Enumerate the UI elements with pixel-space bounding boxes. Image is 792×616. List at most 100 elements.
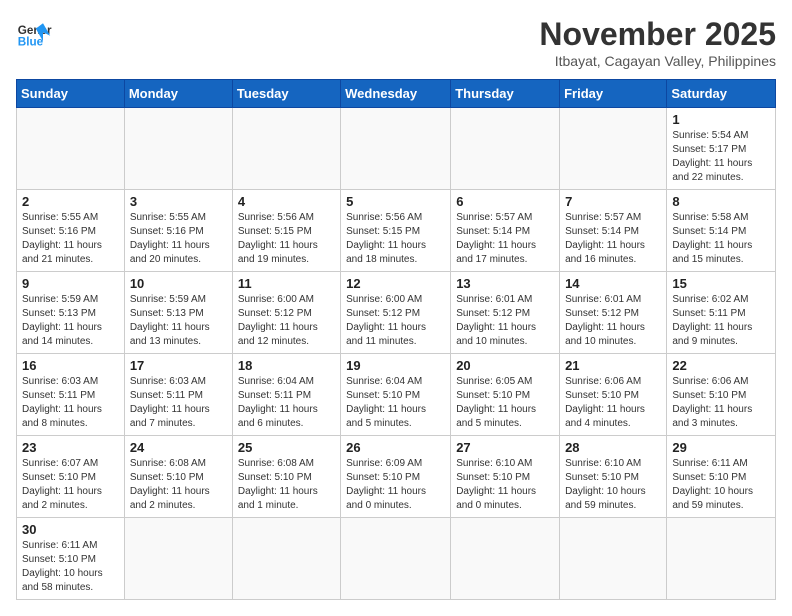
calendar-cell: 14 Sunrise: 6:01 AM Sunset: 5:12 PM Dayli… xyxy=(560,272,667,354)
calendar-cell: 30 Sunrise: 6:11 AM Sunset: 5:10 PM Dayli… xyxy=(17,518,125,600)
calendar-cell: 6 Sunrise: 5:57 AM Sunset: 5:14 PM Daylig… xyxy=(451,190,560,272)
day-number: 5 xyxy=(346,194,445,209)
header-sunday: Sunday xyxy=(17,80,125,108)
calendar-cell: 25 Sunrise: 6:08 AM Sunset: 5:10 PM Dayli… xyxy=(232,436,340,518)
calendar-cell xyxy=(124,108,232,190)
calendar-cell xyxy=(560,108,667,190)
calendar-cell: 11Sunrise: 6:00 AM Sunset: 5:12 PM Dayli… xyxy=(232,272,340,354)
calendar-cell xyxy=(232,518,340,600)
day-info: Sunrise: 6:04 AM Sunset: 5:11 PM Dayligh… xyxy=(238,375,335,431)
day-number: 13 xyxy=(456,276,554,291)
day-info: Sunrise: 6:07 AM Sunset: 5:10 PM Dayligh… xyxy=(22,457,119,513)
calendar-cell: 9 Sunrise: 5:59 AM Sunset: 5:13 PM Daylig… xyxy=(17,272,125,354)
day-info: Sunrise: 6:11 AM Sunset: 5:10 PM Dayligh… xyxy=(672,457,770,513)
header-tuesday: Tuesday xyxy=(232,80,340,108)
day-number: 4 xyxy=(238,194,335,209)
calendar-cell: 17 Sunrise: 6:03 AM Sunset: 5:11 PM Dayli… xyxy=(124,354,232,436)
calendar-week-2: 2 Sunrise: 5:55 AM Sunset: 5:16 PM Daylig… xyxy=(17,190,776,272)
day-number: 6 xyxy=(456,194,554,209)
day-number: 28 xyxy=(565,440,661,455)
day-number: 26 xyxy=(346,440,445,455)
day-number: 21 xyxy=(565,358,661,373)
day-info: Sunrise: 5:55 AM Sunset: 5:16 PM Dayligh… xyxy=(130,211,227,267)
calendar-cell: 13Sunrise: 6:01 AM Sunset: 5:12 PM Dayli… xyxy=(451,272,560,354)
calendar-cell: 26Sunrise: 6:09 AM Sunset: 5:10 PM Dayli… xyxy=(341,436,451,518)
day-number: 18 xyxy=(238,358,335,373)
calendar-cell: 12Sunrise: 6:00 AM Sunset: 5:12 PM Dayli… xyxy=(341,272,451,354)
location-subtitle: Itbayat, Cagayan Valley, Philippines xyxy=(539,53,776,69)
calendar-cell: 16 Sunrise: 6:03 AM Sunset: 5:11 PM Dayli… xyxy=(17,354,125,436)
calendar-header-row: SundayMondayTuesdayWednesdayThursdayFrid… xyxy=(17,80,776,108)
calendar-cell xyxy=(341,518,451,600)
day-info: Sunrise: 6:03 AM Sunset: 5:11 PM Dayligh… xyxy=(130,375,227,431)
day-info: Sunrise: 6:08 AM Sunset: 5:10 PM Dayligh… xyxy=(238,457,335,513)
day-info: Sunrise: 5:54 AM Sunset: 5:17 PM Dayligh… xyxy=(672,129,770,185)
calendar-cell: 8 Sunrise: 5:58 AM Sunset: 5:14 PM Daylig… xyxy=(667,190,776,272)
day-number: 16 xyxy=(22,358,119,373)
day-number: 10 xyxy=(130,276,227,291)
calendar-cell: 10 Sunrise: 5:59 AM Sunset: 5:13 PM Dayli… xyxy=(124,272,232,354)
header-monday: Monday xyxy=(124,80,232,108)
calendar-cell xyxy=(341,108,451,190)
day-info: Sunrise: 6:02 AM Sunset: 5:11 PM Dayligh… xyxy=(672,293,770,349)
calendar-cell: 19Sunrise: 6:04 AM Sunset: 5:10 PM Dayli… xyxy=(341,354,451,436)
day-info: Sunrise: 5:59 AM Sunset: 5:13 PM Dayligh… xyxy=(22,293,119,349)
day-number: 15 xyxy=(672,276,770,291)
title-area: November 2025 Itbayat, Cagayan Valley, P… xyxy=(539,16,776,69)
calendar-week-3: 9 Sunrise: 5:59 AM Sunset: 5:13 PM Daylig… xyxy=(17,272,776,354)
day-info: Sunrise: 5:59 AM Sunset: 5:13 PM Dayligh… xyxy=(130,293,227,349)
header-thursday: Thursday xyxy=(451,80,560,108)
calendar-cell xyxy=(451,108,560,190)
day-number: 24 xyxy=(130,440,227,455)
calendar-cell: 2 Sunrise: 5:55 AM Sunset: 5:16 PM Daylig… xyxy=(17,190,125,272)
calendar-cell: 5Sunrise: 5:56 AM Sunset: 5:15 PM Daylig… xyxy=(341,190,451,272)
day-number: 25 xyxy=(238,440,335,455)
day-info: Sunrise: 5:57 AM Sunset: 5:14 PM Dayligh… xyxy=(456,211,554,267)
calendar-week-6: 30 Sunrise: 6:11 AM Sunset: 5:10 PM Dayli… xyxy=(17,518,776,600)
day-number: 17 xyxy=(130,358,227,373)
svg-text:Blue: Blue xyxy=(18,36,44,49)
day-number: 20 xyxy=(456,358,554,373)
day-number: 12 xyxy=(346,276,445,291)
day-info: Sunrise: 6:00 AM Sunset: 5:12 PM Dayligh… xyxy=(238,293,335,349)
day-info: Sunrise: 5:55 AM Sunset: 5:16 PM Dayligh… xyxy=(22,211,119,267)
day-number: 29 xyxy=(672,440,770,455)
day-info: Sunrise: 5:58 AM Sunset: 5:14 PM Dayligh… xyxy=(672,211,770,267)
day-number: 9 xyxy=(22,276,119,291)
calendar-cell xyxy=(451,518,560,600)
day-number: 30 xyxy=(22,522,119,537)
calendar-cell: 23Sunrise: 6:07 AM Sunset: 5:10 PM Dayli… xyxy=(17,436,125,518)
day-info: Sunrise: 6:01 AM Sunset: 5:12 PM Dayligh… xyxy=(565,293,661,349)
day-info: Sunrise: 6:03 AM Sunset: 5:11 PM Dayligh… xyxy=(22,375,119,431)
day-number: 2 xyxy=(22,194,119,209)
calendar-cell: 29 Sunrise: 6:11 AM Sunset: 5:10 PM Dayli… xyxy=(667,436,776,518)
calendar-cell: 20 Sunrise: 6:05 AM Sunset: 5:10 PM Dayli… xyxy=(451,354,560,436)
day-number: 22 xyxy=(672,358,770,373)
calendar-cell: 22Sunrise: 6:06 AM Sunset: 5:10 PM Dayli… xyxy=(667,354,776,436)
day-info: Sunrise: 6:06 AM Sunset: 5:10 PM Dayligh… xyxy=(565,375,661,431)
day-info: Sunrise: 6:11 AM Sunset: 5:10 PM Dayligh… xyxy=(22,539,119,595)
calendar-cell: 21 Sunrise: 6:06 AM Sunset: 5:10 PM Dayli… xyxy=(560,354,667,436)
day-info: Sunrise: 5:56 AM Sunset: 5:15 PM Dayligh… xyxy=(238,211,335,267)
calendar-cell: 4 Sunrise: 5:56 AM Sunset: 5:15 PM Daylig… xyxy=(232,190,340,272)
day-info: Sunrise: 6:10 AM Sunset: 5:10 PM Dayligh… xyxy=(565,457,661,513)
calendar-cell: 15 Sunrise: 6:02 AM Sunset: 5:11 PM Dayli… xyxy=(667,272,776,354)
calendar-cell: 3Sunrise: 5:55 AM Sunset: 5:16 PM Daylig… xyxy=(124,190,232,272)
calendar-cell xyxy=(124,518,232,600)
calendar-week-4: 16 Sunrise: 6:03 AM Sunset: 5:11 PM Dayli… xyxy=(17,354,776,436)
calendar-cell xyxy=(560,518,667,600)
page-header: General Blue November 2025 Itbayat, Caga… xyxy=(16,16,776,69)
calendar-cell xyxy=(17,108,125,190)
day-number: 19 xyxy=(346,358,445,373)
day-number: 14 xyxy=(565,276,661,291)
day-number: 8 xyxy=(672,194,770,209)
header-friday: Friday xyxy=(560,80,667,108)
calendar-cell: 28 Sunrise: 6:10 AM Sunset: 5:10 PM Dayli… xyxy=(560,436,667,518)
calendar-cell xyxy=(667,518,776,600)
calendar-week-5: 23Sunrise: 6:07 AM Sunset: 5:10 PM Dayli… xyxy=(17,436,776,518)
day-info: Sunrise: 6:05 AM Sunset: 5:10 PM Dayligh… xyxy=(456,375,554,431)
month-title: November 2025 xyxy=(539,16,776,53)
header-saturday: Saturday xyxy=(667,80,776,108)
day-number: 27 xyxy=(456,440,554,455)
logo: General Blue xyxy=(16,16,52,52)
